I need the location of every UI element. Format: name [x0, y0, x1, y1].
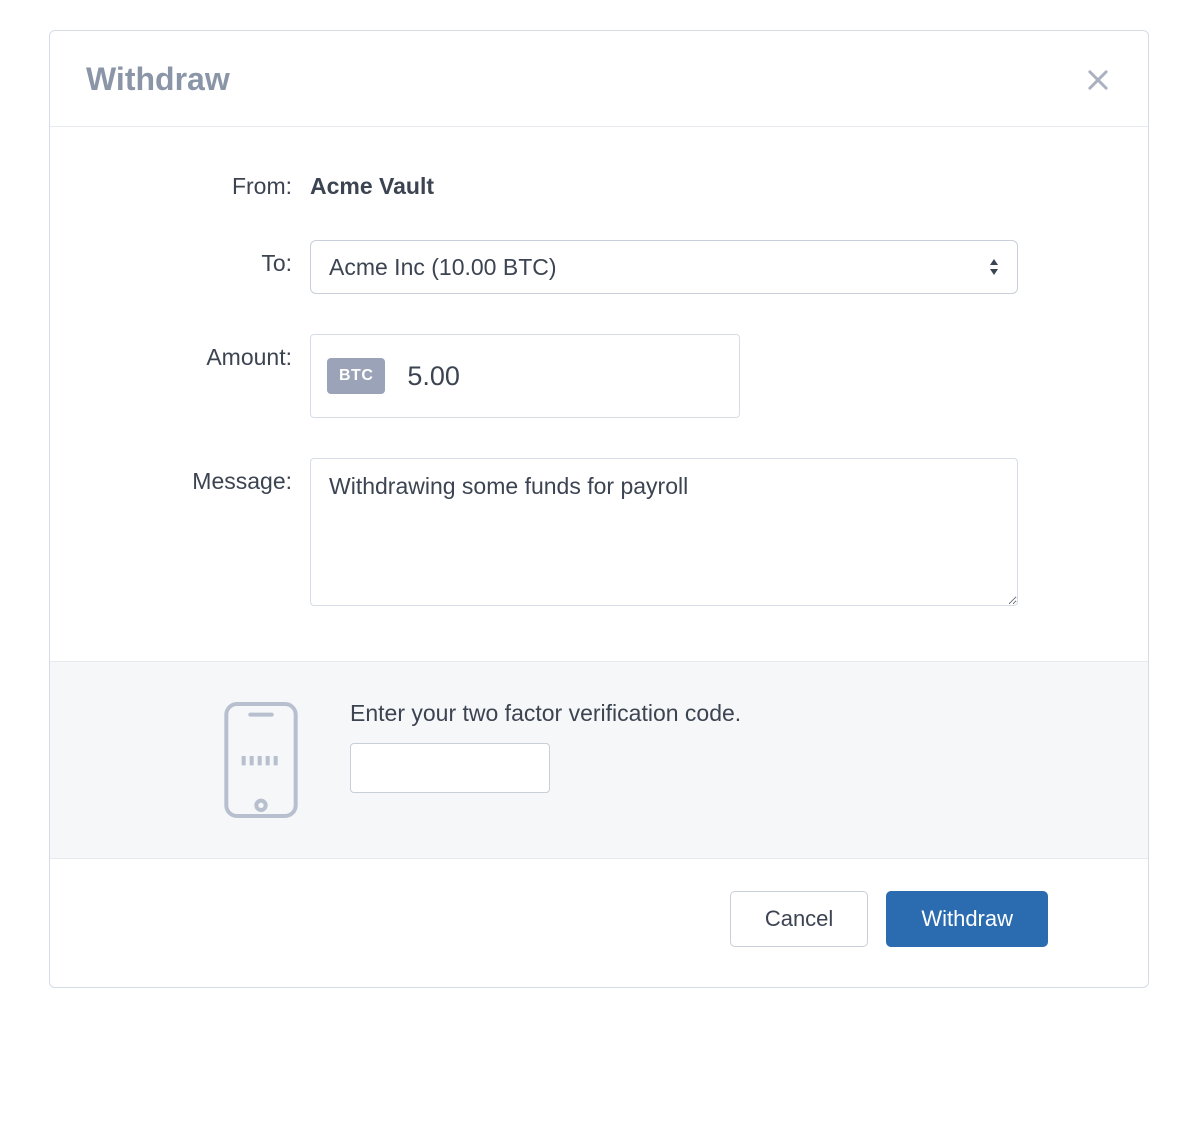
from-value: Acme Vault — [310, 173, 1018, 200]
to-label: To: — [110, 240, 310, 277]
phone-icon — [220, 700, 302, 820]
amount-group: BTC — [310, 334, 740, 418]
modal-title: Withdraw — [86, 61, 230, 98]
twofa-section: Enter your two factor verification code. — [50, 661, 1148, 859]
message-label: Message: — [110, 458, 310, 495]
amount-label: Amount: — [110, 334, 310, 371]
from-label: From: — [110, 173, 310, 200]
from-row: From: Acme Vault — [110, 173, 1018, 200]
modal-footer: Cancel Withdraw — [50, 859, 1148, 987]
cancel-button[interactable]: Cancel — [730, 891, 868, 947]
message-textarea[interactable] — [310, 458, 1018, 606]
amount-row: Amount: BTC — [110, 334, 1018, 418]
to-row: To: Acme Inc (10.00 BTC) — [110, 240, 1018, 294]
close-icon[interactable] — [1084, 66, 1112, 94]
modal-header: Withdraw — [50, 31, 1148, 127]
twofa-input[interactable] — [350, 743, 550, 793]
to-select[interactable]: Acme Inc (10.00 BTC) — [310, 240, 1018, 294]
withdraw-modal: Withdraw From: Acme Vault To: Acme Inc (… — [49, 30, 1149, 988]
withdraw-button[interactable]: Withdraw — [886, 891, 1048, 947]
message-row: Message: — [110, 458, 1018, 611]
twofa-label: Enter your two factor verification code. — [350, 700, 1088, 727]
modal-body: From: Acme Vault To: Acme Inc (10.00 BTC… — [50, 127, 1148, 661]
amount-input[interactable] — [407, 361, 607, 392]
currency-badge: BTC — [327, 358, 385, 394]
